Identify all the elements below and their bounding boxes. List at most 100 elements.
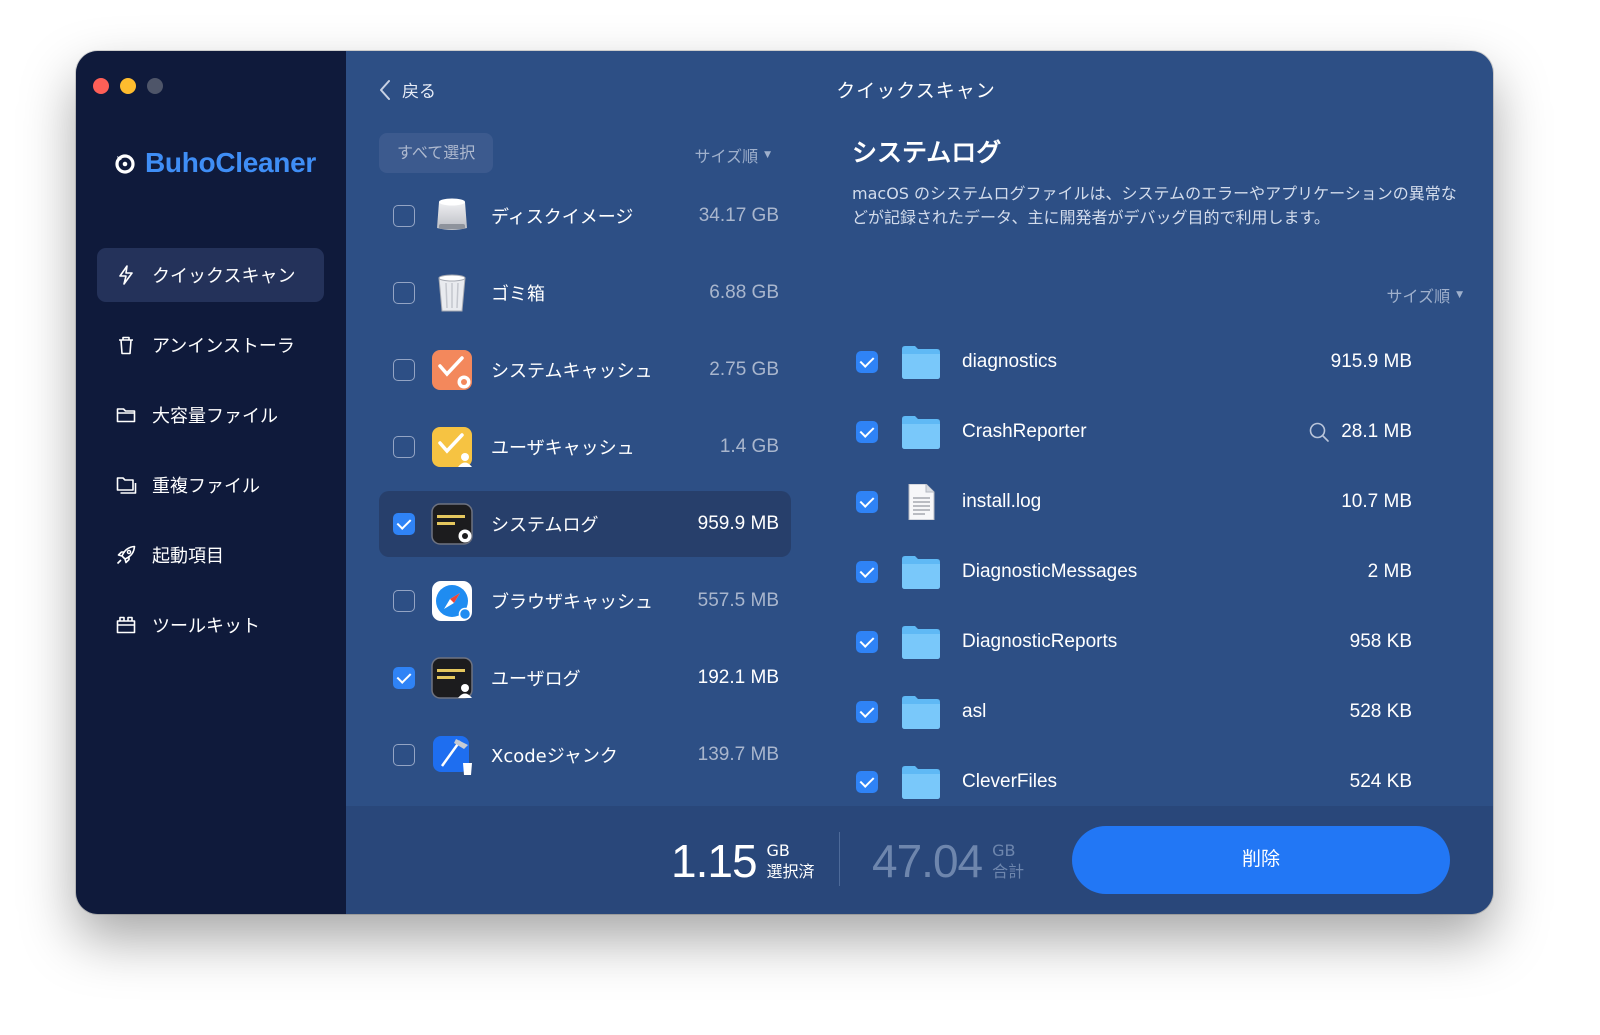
category-checkbox[interactable] <box>393 513 415 535</box>
category-label: ユーザキャッシュ <box>491 438 635 459</box>
category-row-user-log[interactable]: ユーザログ 192.1 MB <box>379 645 791 711</box>
category-label: ユーザログ <box>491 669 581 690</box>
sidebar-item-startup-items[interactable]: 起動項目 <box>97 528 324 582</box>
category-checkbox[interactable] <box>393 744 415 766</box>
file-checkbox[interactable] <box>856 421 878 443</box>
category-list: ディスクイメージ 34.17 GB ゴミ箱 6.88 GB システムキャッシュ … <box>379 183 791 799</box>
page-title: クイックスキャン <box>836 80 996 102</box>
file-size: 524 KB <box>1349 771 1412 792</box>
category-row-disk-image[interactable]: ディスクイメージ 34.17 GB <box>379 183 791 249</box>
list-sort-dropdown[interactable]: サイズ順 ▼ <box>695 143 771 167</box>
sidebar-item-label: 重複ファイル <box>152 476 260 497</box>
file-row[interactable]: CrashReporter 28.1 MB <box>852 397 1412 467</box>
selected-size-label: 選択済 <box>766 862 815 881</box>
file-name: DiagnosticReports <box>962 631 1118 652</box>
folder-icon <box>116 408 136 423</box>
file-row[interactable]: DiagnosticMessages 2 MB <box>852 537 1412 607</box>
window-controls <box>93 78 163 94</box>
sort-label: サイズ順 <box>694 147 759 166</box>
category-size: 6.88 GB <box>709 282 779 303</box>
category-checkbox[interactable] <box>393 205 415 227</box>
close-window-button[interactable] <box>93 78 109 94</box>
file-name: DiagnosticMessages <box>962 561 1138 582</box>
file-row[interactable]: DiagnosticReports 958 KB <box>852 607 1412 677</box>
file-name: install.log <box>962 491 1042 512</box>
category-row-xcode-junk[interactable]: Xcodeジャンク 139.7 MB <box>379 722 791 788</box>
category-row-trash[interactable]: ゴミ箱 6.88 GB <box>379 260 791 326</box>
sidebar: BuhoCleaner クイックスキャン アンインストーラ 大容量ファイル 重複… <box>76 51 346 914</box>
file-size: 528 KB <box>1349 701 1412 722</box>
file-name: diagnostics <box>962 351 1058 372</box>
folder-icon <box>902 416 940 449</box>
category-checkbox[interactable] <box>393 590 415 612</box>
category-row-system-log[interactable]: システムログ 959.9 MB <box>379 491 791 557</box>
file-name: CrashReporter <box>962 421 1087 442</box>
folder-icon <box>902 556 940 589</box>
zoom-window-button[interactable] <box>147 78 163 94</box>
file-checkbox[interactable] <box>856 491 878 513</box>
file-checkbox[interactable] <box>856 631 878 653</box>
detail-description: macOS のシステムログファイルは、システムのエラーやアプリケーションの異常な… <box>852 184 1457 227</box>
category-size: 2.75 GB <box>709 359 779 380</box>
sidebar-item-label: 起動項目 <box>152 546 224 567</box>
total-size-stat: 47.04 GB 合計 <box>872 834 1024 888</box>
category-checkbox[interactable] <box>393 667 415 689</box>
detail-title: システムログ <box>852 138 1002 167</box>
divider <box>839 832 840 886</box>
file-size: 10.7 MB <box>1341 491 1412 512</box>
system-log-icon <box>431 503 473 545</box>
file-row[interactable]: asl 528 KB <box>852 677 1412 747</box>
file-row[interactable]: install.log 10.7 MB <box>852 467 1412 537</box>
sidebar-item-duplicates[interactable]: 重複ファイル <box>97 458 324 512</box>
minimize-window-button[interactable] <box>120 78 136 94</box>
select-all-button[interactable]: すべて選択 <box>379 133 494 173</box>
xcode-junk-icon <box>433 736 472 775</box>
back-label: 戻る <box>402 82 436 102</box>
file-checkbox[interactable] <box>856 351 878 373</box>
category-label: Xcodeジャンク <box>491 746 618 767</box>
category-checkbox[interactable] <box>393 282 415 304</box>
sort-label: サイズ順 <box>1386 287 1451 306</box>
file-size: 2 MB <box>1367 561 1412 582</box>
app-window: BuhoCleaner クイックスキャン アンインストーラ 大容量ファイル 重複… <box>76 51 1493 914</box>
back-button[interactable]: 戻る <box>378 77 436 102</box>
category-checkbox[interactable] <box>393 359 415 381</box>
file-checkbox[interactable] <box>856 771 878 793</box>
category-row-browser-cache[interactable]: ブラウザキャッシュ 557.5 MB <box>379 568 791 634</box>
selected-size-unit-block: GB 選択済 <box>767 840 815 882</box>
rocket-icon <box>116 545 136 565</box>
detail-sort-dropdown[interactable]: サイズ順 ▼ <box>1387 283 1463 307</box>
category-size: 557.5 MB <box>697 590 779 611</box>
sidebar-item-toolkit[interactable]: ツールキット <box>97 598 324 652</box>
trash-bin-icon <box>438 274 466 312</box>
bolt-icon <box>119 265 133 285</box>
sidebar-nav: クイックスキャン アンインストーラ 大容量ファイル 重複ファイル 起動項目 ツー… <box>97 248 324 668</box>
file-size: 28.1 MB <box>1341 421 1412 442</box>
category-row-system-cache[interactable]: システムキャッシュ 2.75 GB <box>379 337 791 403</box>
sidebar-item-label: アンインストーラ <box>152 336 295 357</box>
file-row[interactable]: diagnostics 915.9 MB <box>852 327 1412 397</box>
document-icon <box>908 484 935 520</box>
category-checkbox[interactable] <box>393 436 415 458</box>
search-icon[interactable] <box>1308 421 1330 443</box>
category-row-user-cache[interactable]: ユーザキャッシュ 1.4 GB <box>379 414 791 480</box>
category-size: 1.4 GB <box>719 436 779 457</box>
total-size-label: 合計 <box>992 862 1025 881</box>
sidebar-item-uninstaller[interactable]: アンインストーラ <box>97 318 324 372</box>
category-label: システムキャッシュ <box>491 361 653 382</box>
sidebar-item-label: ツールキット <box>152 616 260 637</box>
file-checkbox[interactable] <box>856 701 878 723</box>
category-label: システムログ <box>491 515 599 536</box>
category-size: 34.17 GB <box>698 205 779 226</box>
selected-size-stat: 1.15 GB 選択済 <box>671 834 815 888</box>
sidebar-item-quick-scan[interactable]: クイックスキャン <box>97 248 324 302</box>
disk-image-icon <box>437 198 467 230</box>
user-log-icon <box>431 657 473 699</box>
category-size: 959.9 MB <box>697 513 779 534</box>
total-size-unit-block: GB 合計 <box>992 840 1024 882</box>
sidebar-item-label: クイックスキャン <box>152 266 296 287</box>
sidebar-item-large-files[interactable]: 大容量ファイル <box>97 388 324 442</box>
file-list: diagnostics 915.9 MB CrashReporter 28.1 … <box>852 327 1412 817</box>
delete-button[interactable]: 削除 <box>1072 826 1450 894</box>
file-checkbox[interactable] <box>856 561 878 583</box>
